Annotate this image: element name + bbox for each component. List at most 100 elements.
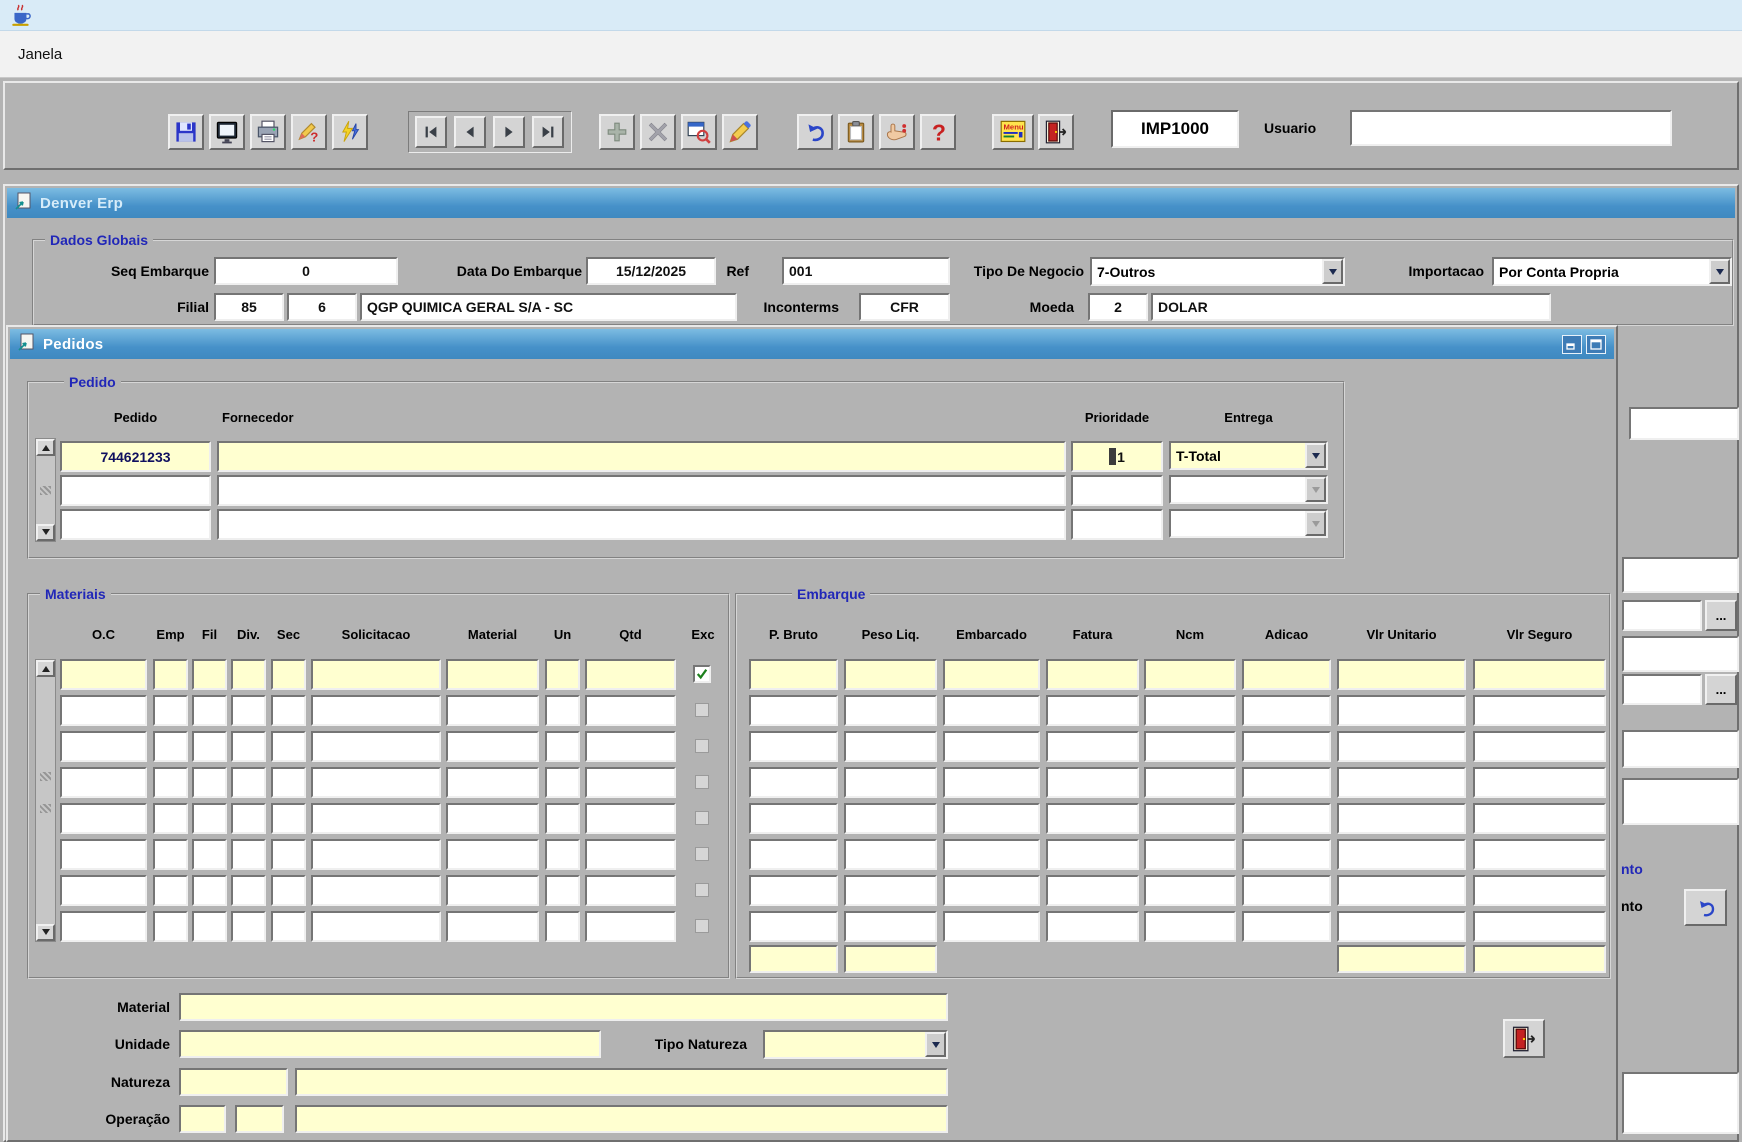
- help-button[interactable]: ?: [920, 114, 956, 150]
- background-field-fragment[interactable]: [1622, 600, 1702, 631]
- filial-code2-field[interactable]: 6: [287, 293, 357, 321]
- embarque-cell[interactable]: [1473, 911, 1606, 942]
- materiais-cell[interactable]: [585, 803, 676, 834]
- embarque-cell[interactable]: [943, 911, 1040, 942]
- exit-button[interactable]: [1503, 1019, 1545, 1058]
- materiais-cell[interactable]: [231, 875, 266, 906]
- query-help-button[interactable]: ?: [291, 114, 327, 150]
- embarque-cell[interactable]: [1337, 839, 1466, 870]
- materiais-cell[interactable]: [231, 839, 266, 870]
- scroll-up-button[interactable]: [36, 439, 55, 456]
- lookup-ellipsis-button[interactable]: ...: [1705, 600, 1737, 631]
- materiais-cell[interactable]: [271, 911, 306, 942]
- scroll-up-button[interactable]: [36, 660, 55, 677]
- embarque-cell[interactable]: [1242, 911, 1331, 942]
- embarque-cell[interactable]: [1144, 839, 1236, 870]
- materiais-cell[interactable]: [153, 839, 188, 870]
- materiais-cell[interactable]: [271, 767, 306, 798]
- embarque-cell[interactable]: [943, 803, 1040, 834]
- materiais-cell[interactable]: [446, 803, 539, 834]
- materiais-cell[interactable]: [311, 875, 441, 906]
- embarque-cell[interactable]: [1046, 695, 1139, 726]
- paste-button[interactable]: [838, 114, 874, 150]
- embarque-cell[interactable]: [1337, 803, 1466, 834]
- print-button[interactable]: [250, 114, 286, 150]
- material-field[interactable]: [179, 993, 948, 1021]
- embarque-cell[interactable]: [943, 731, 1040, 762]
- embarque-cell[interactable]: [1144, 695, 1236, 726]
- embarque-cell[interactable]: [1242, 659, 1331, 690]
- nav-next-button[interactable]: [493, 116, 525, 148]
- background-field-fragment[interactable]: [1622, 674, 1702, 705]
- embarque-cell[interactable]: [1046, 803, 1139, 834]
- materiais-cell[interactable]: [60, 731, 147, 762]
- embarque-cell[interactable]: [844, 875, 937, 906]
- materiais-cell[interactable]: [60, 911, 147, 942]
- materiais-cell[interactable]: [192, 875, 227, 906]
- undo-button[interactable]: [797, 114, 833, 150]
- embarque-cell[interactable]: [844, 803, 937, 834]
- materiais-cell[interactable]: [231, 911, 266, 942]
- materiais-cell[interactable]: [545, 875, 580, 906]
- embarque-cell[interactable]: [1242, 875, 1331, 906]
- materiais-cell[interactable]: [311, 659, 441, 690]
- filial-name-field[interactable]: QGP QUIMICA GERAL S/A - SC: [360, 293, 737, 321]
- tipo-negocio-combo[interactable]: 7-Outros: [1090, 257, 1345, 286]
- materiais-cell[interactable]: [446, 911, 539, 942]
- embarque-total-cell[interactable]: [1337, 945, 1466, 973]
- materiais-cell[interactable]: [192, 659, 227, 690]
- exit-button[interactable]: [1038, 114, 1074, 150]
- embarque-cell[interactable]: [1242, 695, 1331, 726]
- embarque-cell[interactable]: [749, 911, 838, 942]
- background-field-fragment[interactable]: [1622, 778, 1739, 825]
- importacao-combo[interactable]: Por Conta Propria: [1492, 257, 1732, 286]
- embarque-cell[interactable]: [1144, 875, 1236, 906]
- embarque-cell[interactable]: [1473, 659, 1606, 690]
- materiais-cell[interactable]: [271, 839, 306, 870]
- embarque-cell[interactable]: [1337, 767, 1466, 798]
- minimize-button[interactable]: [1562, 335, 1582, 354]
- edit-button[interactable]: [722, 114, 758, 150]
- embarque-cell[interactable]: [844, 839, 937, 870]
- materiais-cell[interactable]: [545, 803, 580, 834]
- materiais-cell[interactable]: [192, 767, 227, 798]
- embarque-cell[interactable]: [844, 731, 937, 762]
- embarque-cell[interactable]: [1046, 911, 1139, 942]
- dropdown-arrow-icon[interactable]: [1709, 259, 1730, 284]
- embarque-cell[interactable]: [844, 659, 937, 690]
- nav-last-button[interactable]: [532, 116, 564, 148]
- delete-record-button[interactable]: [640, 114, 676, 150]
- materiais-cell[interactable]: [153, 911, 188, 942]
- ref-field[interactable]: 001: [782, 257, 950, 285]
- embarque-cell[interactable]: [844, 695, 937, 726]
- embarque-cell[interactable]: [1337, 659, 1466, 690]
- prioridade-cell[interactable]: 1: [1071, 441, 1163, 472]
- fornecedor-cell[interactable]: [217, 475, 1066, 506]
- embarque-cell[interactable]: [1337, 875, 1466, 906]
- maximize-button[interactable]: [1586, 335, 1606, 354]
- embarque-cell[interactable]: [1473, 731, 1606, 762]
- background-field-fragment[interactable]: [1622, 636, 1739, 672]
- materiais-cell[interactable]: [271, 659, 306, 690]
- operacao-field-2[interactable]: [235, 1105, 284, 1133]
- embarque-cell[interactable]: [1242, 731, 1331, 762]
- materiais-cell[interactable]: [585, 659, 676, 690]
- embarque-cell[interactable]: [943, 695, 1040, 726]
- exc-checkbox[interactable]: [695, 847, 709, 861]
- embarque-total-cell[interactable]: [844, 945, 937, 973]
- materiais-cell[interactable]: [60, 803, 147, 834]
- exc-checkbox[interactable]: [695, 919, 709, 933]
- materiais-cell[interactable]: [231, 803, 266, 834]
- execute-button[interactable]: [332, 114, 368, 150]
- embarque-cell[interactable]: [943, 839, 1040, 870]
- embarque-cell[interactable]: [749, 839, 838, 870]
- materiais-cell[interactable]: [60, 875, 147, 906]
- materiais-cell[interactable]: [192, 731, 227, 762]
- embarque-cell[interactable]: [1144, 767, 1236, 798]
- exc-checkbox[interactable]: [695, 739, 709, 753]
- embarque-cell[interactable]: [1046, 731, 1139, 762]
- entrega-combo[interactable]: T-Total: [1169, 441, 1328, 470]
- tipo-natureza-combo[interactable]: [763, 1030, 948, 1059]
- scrollbar-track[interactable]: [36, 456, 55, 524]
- natureza-code-field[interactable]: [179, 1068, 288, 1096]
